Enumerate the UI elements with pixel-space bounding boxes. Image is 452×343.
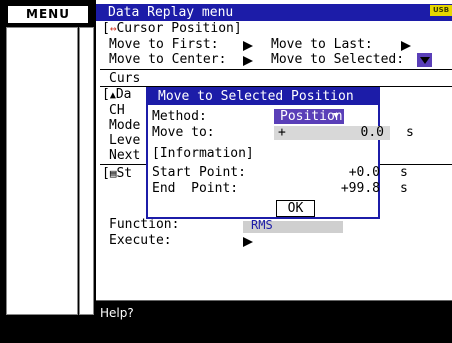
start-point-value: +0.0 (348, 165, 380, 180)
start-point-label: Start Point: (152, 165, 246, 180)
execute-label: Execute: (109, 233, 172, 248)
function-dropdown[interactable]: RMS (243, 218, 343, 233)
play-triangle-icon (243, 41, 253, 51)
play-triangle-icon (243, 237, 253, 247)
method-label: Method: (152, 109, 207, 124)
play-triangle-icon (401, 41, 411, 51)
move-first-label: Move to First: (109, 37, 219, 52)
usb-badge: USB (430, 5, 452, 16)
mode-label: Mode (109, 118, 141, 133)
chevron-down-icon (333, 113, 339, 118)
separator (100, 69, 452, 70)
end-point-value: +99.8 (340, 181, 380, 196)
move-to-sign: + (278, 125, 286, 140)
level-label: Leve (109, 133, 141, 148)
move-selected-button[interactable] (417, 53, 432, 69)
move-first-button[interactable] (243, 39, 253, 54)
cursor-section-heading: [↔Cursor Position] (102, 21, 242, 36)
dialog-titlebar: Move to Selected Position (148, 89, 378, 105)
execute-button[interactable] (243, 235, 253, 250)
move-center-button[interactable] (243, 54, 253, 69)
move-to-value: 0.0 (360, 125, 384, 140)
play-triangle-icon (243, 56, 253, 66)
dropdown-triangle-icon (417, 53, 432, 67)
data-section-heading: [▲Da (102, 87, 132, 102)
statistics-section-heading: [▤St (102, 166, 133, 181)
move-to-input[interactable]: + 0.0 (274, 125, 390, 140)
menu-list-panel[interactable] (6, 27, 78, 315)
move-to-label: Move to: (152, 125, 215, 140)
info-heading: [Information] (152, 146, 254, 161)
move-last-label: Move to Last: (271, 37, 373, 52)
ok-button[interactable]: OK (276, 200, 315, 217)
end-point-label: End Point: (152, 181, 239, 196)
start-point-unit: s (400, 165, 408, 180)
move-center-label: Move to Center: (109, 52, 227, 67)
menu-scrollbar[interactable] (79, 27, 94, 315)
cursor-heading-text: Cursor Position] (116, 21, 242, 36)
window-titlebar: Data Replay menu USB (96, 4, 452, 21)
help-bar (96, 300, 452, 343)
stat-heading-text: St (116, 166, 133, 181)
ch-label: CH (109, 103, 125, 118)
menu-title[interactable]: MENU (8, 6, 88, 23)
function-value: RMS (251, 218, 273, 232)
window-title: Data Replay menu (108, 5, 234, 20)
next-label: Next (109, 148, 141, 163)
dialog-title: Move to Selected Position (158, 89, 354, 104)
method-dropdown[interactable]: Position (274, 109, 344, 124)
cursor-row-label: Curs (109, 71, 141, 86)
function-label: Function: (109, 217, 180, 232)
move-selected-label: Move to Selected: (271, 52, 405, 67)
help-button[interactable]: Help? (100, 306, 134, 321)
move-to-unit: s (406, 125, 414, 140)
end-point-unit: s (400, 181, 408, 196)
data-heading-text: Da (115, 87, 132, 102)
